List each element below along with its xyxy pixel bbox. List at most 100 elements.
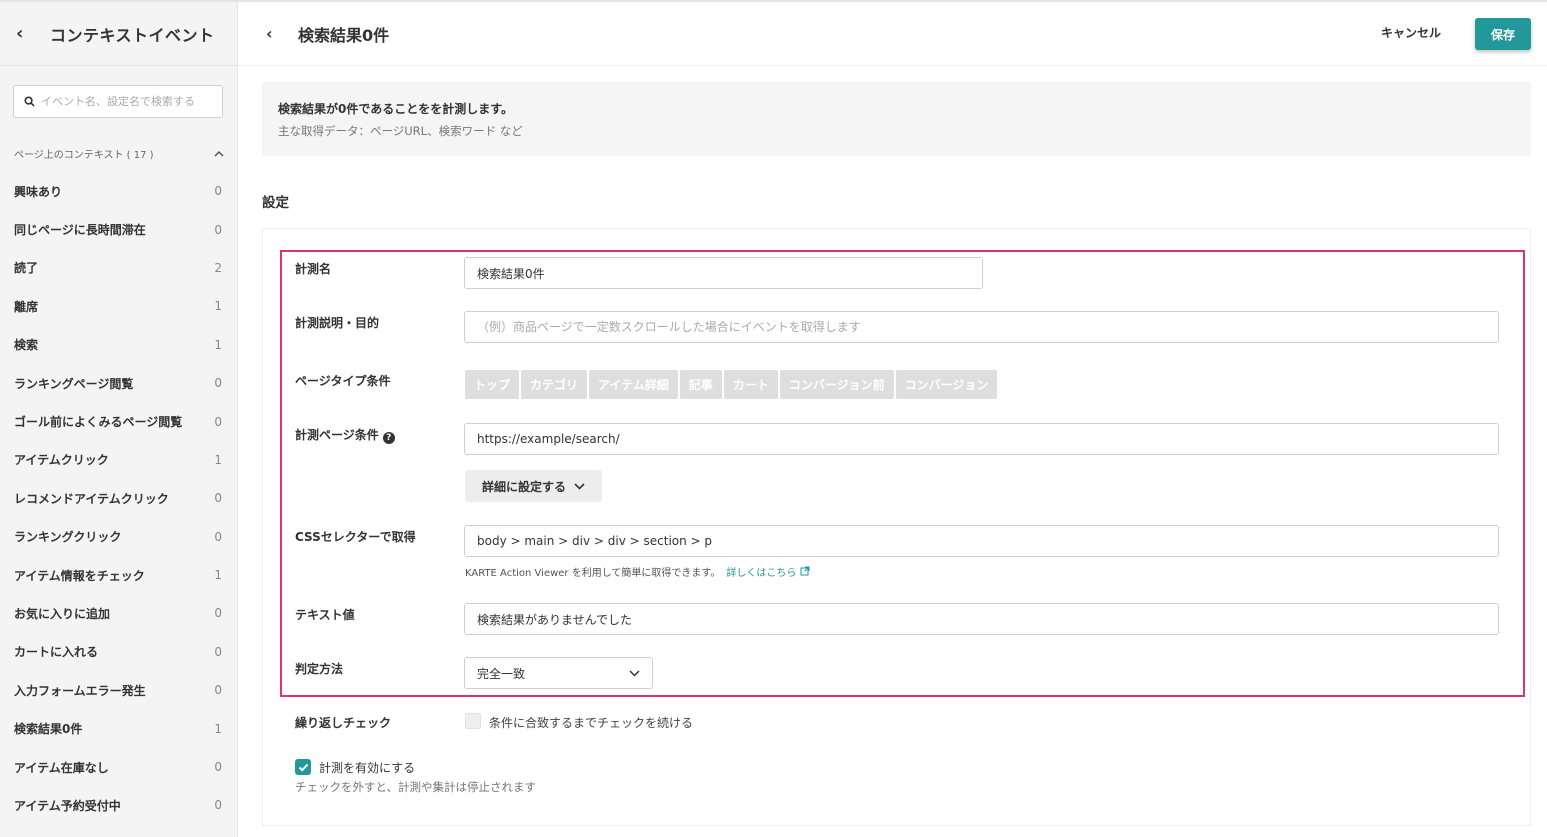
advanced-settings-button[interactable]: 詳細に設定する — [465, 470, 602, 502]
purpose-input[interactable] — [477, 320, 1498, 334]
css-hint: KARTE Action Viewer を利用して簡単に取得できます。 詳しくはこ… — [465, 564, 810, 579]
enable-note: チェックを外すと、計測や集計は停止されます — [295, 780, 537, 794]
cancel-button[interactable]: キャンセル — [1381, 24, 1441, 41]
list-item[interactable]: 同じページに長時間滞在 0 — [0, 210, 238, 248]
app-window: ‹ コンテキストイベント ページ上のコンテキスト ( 17 ) 興味あり 0 同じ… — [0, 0, 1547, 837]
item-label: ランキングクリック — [14, 530, 122, 545]
item-count: 0 — [214, 760, 222, 775]
page-type-chip[interactable]: 記事 — [679, 370, 722, 399]
purpose-label: 計測説明・目的 — [295, 316, 380, 330]
repeat-checkbox[interactable] — [465, 713, 481, 729]
item-label: ゴール前によくみるページ閲覧 — [14, 415, 183, 430]
list-item[interactable]: 検索 1 — [0, 326, 238, 364]
repeat-label: 繰り返しチェック — [295, 716, 392, 730]
back-arrow-icon[interactable]: ‹ — [266, 24, 273, 43]
help-icon[interactable]: ? — [382, 432, 395, 444]
name-input[interactable] — [477, 266, 982, 280]
item-label: アイテム在庫なし — [14, 760, 109, 775]
list-item[interactable]: ゴール前によくみるページ閲覧 0 — [0, 402, 238, 440]
check-icon — [298, 763, 308, 772]
learn-more-label: 詳しくはこちら — [726, 568, 797, 579]
page-cond-field[interactable] — [464, 423, 1499, 455]
learn-more-link[interactable]: 詳しくはこちら — [726, 566, 810, 579]
item-label: 検索 — [14, 338, 39, 353]
list-item[interactable]: ランキングページ閲覧 0 — [0, 364, 238, 402]
main-content: ‹ 検索結果0件 キャンセル 保存 検索結果が0件であることをを計測します。 主… — [239, 2, 1547, 837]
search-box[interactable] — [13, 85, 223, 118]
item-label: 興味あり — [14, 184, 63, 199]
name-field[interactable] — [464, 257, 983, 289]
list-item[interactable]: アイテムクリック 1 — [0, 441, 238, 479]
page-title: 検索結果0件 — [298, 26, 390, 45]
page-type-label: ページタイプ条件 — [295, 374, 391, 388]
save-button[interactable]: 保存 — [1475, 18, 1531, 50]
item-label: ランキングページ閲覧 — [14, 376, 134, 391]
text-field[interactable] — [464, 603, 1499, 635]
method-select[interactable]: 完全一致 — [464, 657, 653, 689]
list-item[interactable]: アイテム在庫なし 0 — [0, 748, 238, 786]
item-count: 0 — [214, 184, 222, 199]
list-item[interactable]: カートに入れる 0 — [0, 633, 238, 671]
back-arrow-icon[interactable]: ‹ — [16, 23, 34, 44]
css-field[interactable] — [464, 525, 1499, 557]
list-item[interactable]: アイテム予約受付中 0 — [0, 786, 238, 824]
item-count: 1 — [214, 452, 222, 467]
item-count: 1 — [214, 721, 222, 736]
description-sub: 主な取得データ：ページURL、検索ワード など — [278, 124, 523, 138]
item-label: アイテム情報をチェック — [14, 568, 145, 583]
list-item[interactable]: ランキングクリック 0 — [0, 518, 238, 556]
page-type-chip[interactable]: アイテム詳細 — [589, 370, 678, 399]
list-item[interactable]: レコメンドアイテムクリック 0 — [0, 479, 238, 517]
list-item[interactable]: お気に入りに追加 0 — [0, 594, 238, 632]
context-group-header[interactable]: ページ上のコンテキスト ( 17 ) — [14, 145, 224, 161]
list-item[interactable]: 入力フォームエラー発生 0 — [0, 671, 238, 709]
page-type-chip[interactable]: トップ — [465, 370, 520, 399]
item-label: 同じページに長時間滞在 — [14, 223, 146, 238]
list-item[interactable]: アイテム情報をチェック 1 — [0, 556, 238, 594]
page-type-chip[interactable]: カテゴリ — [521, 370, 588, 399]
sidebar-title: コンテキストイベント — [50, 25, 215, 45]
page-type-chip[interactable]: カート — [723, 370, 778, 399]
item-label: カートに入れる — [14, 645, 99, 660]
item-label: レコメンドアイテムクリック — [14, 491, 169, 506]
item-count: 1 — [214, 299, 222, 314]
item-count: 0 — [214, 222, 222, 237]
page-cond-input[interactable] — [477, 432, 1498, 446]
chevron-down-icon — [629, 669, 640, 677]
page-cond-label-wrap: 計測ページ条件? — [295, 426, 395, 444]
page-type-chip[interactable]: コンバージョン — [895, 370, 998, 399]
list-item[interactable]: 興味あり 0 — [0, 172, 238, 210]
text-label: テキスト値 — [295, 608, 355, 622]
css-hint-text: KARTE Action Viewer を利用して簡単に取得できます。 — [465, 568, 721, 579]
list-item[interactable]: 離席 1 — [0, 287, 238, 325]
sidebar: ‹ コンテキストイベント ページ上のコンテキスト ( 17 ) 興味あり 0 同じ… — [0, 2, 238, 837]
main-header: ‹ 検索結果0件 キャンセル 保存 — [239, 2, 1547, 66]
page-type-chips: トップ カテゴリ アイテム詳細 記事 カート コンバージョン前 コンバージョン — [465, 370, 998, 399]
list-item[interactable]: 検索結果0件 1 — [0, 709, 238, 747]
description-main: 検索結果が0件であることをを計測します。 — [278, 102, 514, 116]
text-input[interactable] — [477, 612, 1498, 626]
item-count: 0 — [214, 376, 222, 391]
enable-checkbox[interactable] — [295, 759, 311, 775]
list-item[interactable]: 読了 2 — [0, 249, 238, 287]
external-link-icon — [800, 566, 810, 576]
item-label: 離席 — [14, 299, 39, 314]
item-label: アイテムクリック — [14, 453, 109, 468]
chevron-up-icon[interactable] — [214, 150, 224, 157]
item-count: 0 — [214, 414, 222, 429]
item-label: お気に入りに追加 — [14, 606, 111, 621]
page-type-chip[interactable]: コンバージョン前 — [779, 370, 894, 399]
name-label: 計測名 — [295, 262, 332, 276]
sidebar-header: ‹ コンテキストイベント — [0, 2, 237, 66]
css-input[interactable] — [477, 534, 1498, 548]
advanced-label: 詳細に設定する — [481, 479, 566, 494]
item-count: 0 — [214, 644, 222, 659]
event-list: 興味あり 0 同じページに長時間滞在 0 読了 2 離席 1 検索 1 ランキングページ閲… — [0, 172, 238, 825]
description-box: 検索結果が0件であることをを計測します。 主な取得データ：ページURL、検索ワー… — [262, 82, 1531, 156]
chevron-down-icon — [574, 482, 585, 490]
enable-text: 計測を有効にする — [319, 761, 416, 775]
item-count: 1 — [214, 568, 222, 583]
purpose-field[interactable] — [464, 311, 1499, 343]
group-label: ページ上のコンテキスト ( 17 ) — [14, 149, 154, 161]
search-input[interactable] — [41, 95, 211, 108]
